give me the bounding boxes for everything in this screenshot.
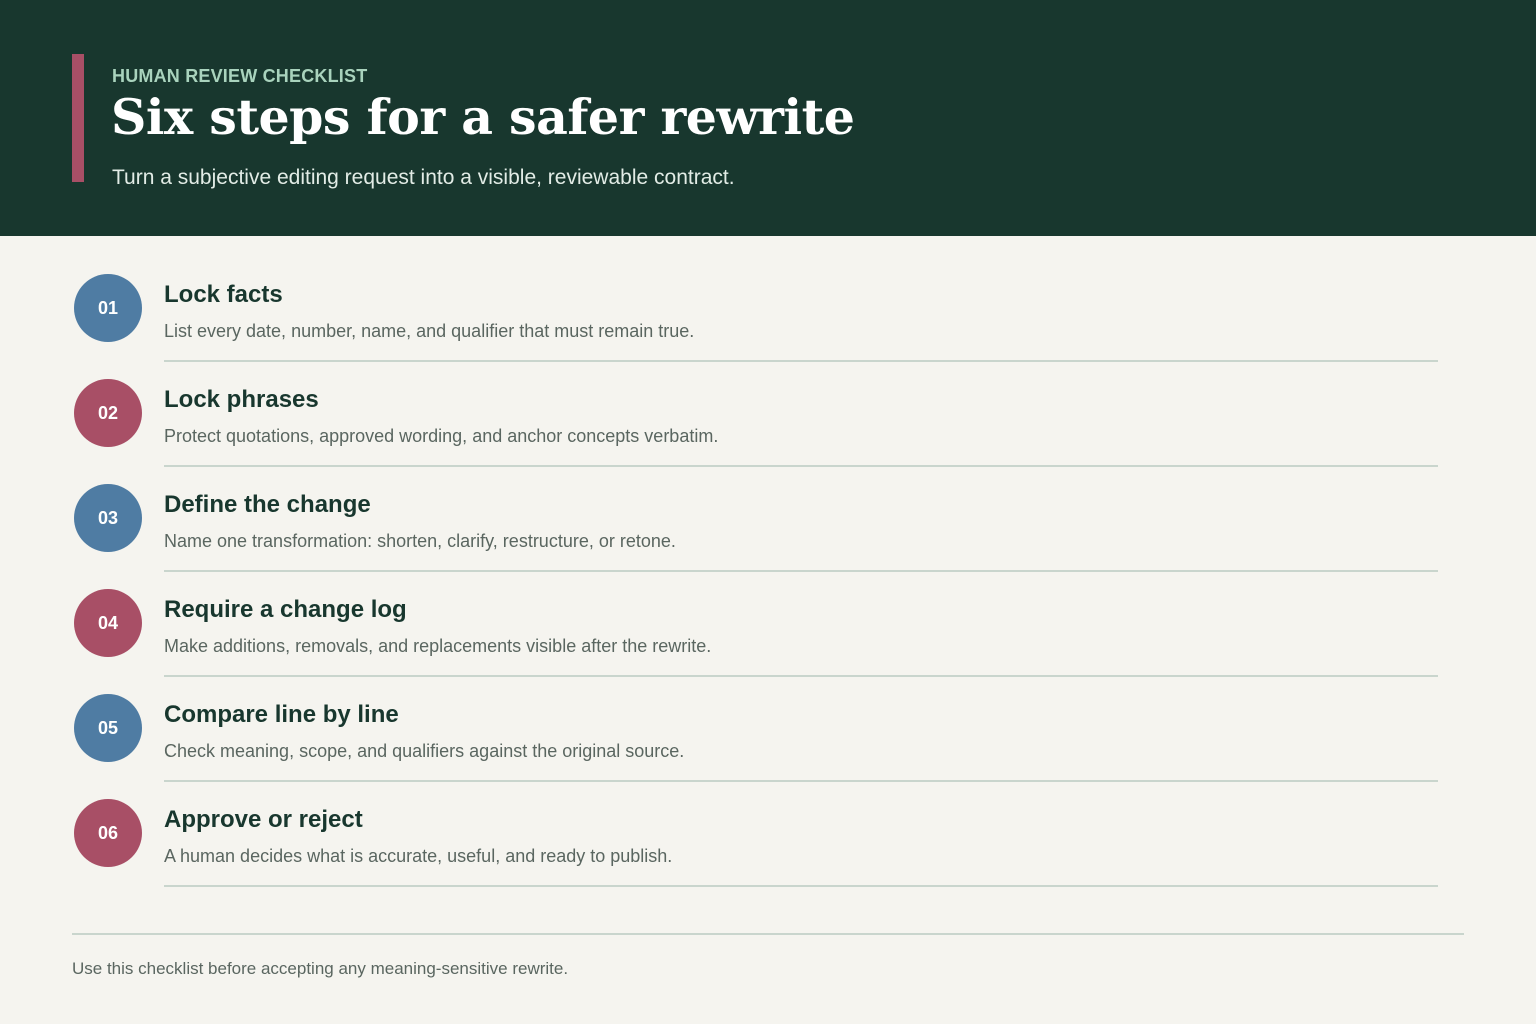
page-title: Six steps for a safer rewrite bbox=[111, 88, 855, 146]
step-number-badge: 02 bbox=[74, 379, 142, 447]
checklist-step: 02 Lock phrases Protect quotations, appr… bbox=[0, 379, 1536, 484]
step-divider bbox=[164, 780, 1438, 782]
step-title: Require a change log bbox=[164, 596, 407, 623]
step-description: Make additions, removals, and replacemen… bbox=[164, 636, 712, 656]
header-banner: HUMAN REVIEW CHECKLIST Six steps for a s… bbox=[0, 0, 1536, 236]
checklist-step: 04 Require a change log Make additions, … bbox=[0, 589, 1536, 694]
checklist-step: 06 Approve or reject A human decides wha… bbox=[0, 799, 1536, 904]
step-title: Approve or reject bbox=[164, 806, 363, 833]
step-description: Check meaning, scope, and qualifiers aga… bbox=[164, 741, 685, 761]
step-divider bbox=[164, 465, 1438, 467]
page-subtitle: Turn a subjective editing request into a… bbox=[112, 166, 735, 189]
step-title: Compare line by line bbox=[164, 701, 399, 728]
eyebrow-label: HUMAN REVIEW CHECKLIST bbox=[112, 66, 368, 86]
step-number-badge: 05 bbox=[74, 694, 142, 762]
step-divider bbox=[164, 885, 1438, 887]
header-accent-bar bbox=[72, 54, 84, 182]
step-divider bbox=[164, 675, 1438, 677]
footer-divider bbox=[72, 933, 1464, 935]
step-description: List every date, number, name, and quali… bbox=[164, 321, 695, 341]
step-title: Lock phrases bbox=[164, 386, 319, 413]
step-description: Protect quotations, approved wording, an… bbox=[164, 426, 719, 446]
step-number-badge: 01 bbox=[74, 274, 142, 342]
step-description: A human decides what is accurate, useful… bbox=[164, 846, 673, 866]
step-number-badge: 04 bbox=[74, 589, 142, 657]
step-divider bbox=[164, 570, 1438, 572]
step-title: Define the change bbox=[164, 491, 371, 518]
step-number-badge: 06 bbox=[74, 799, 142, 867]
step-number-badge: 03 bbox=[74, 484, 142, 552]
step-title: Lock facts bbox=[164, 281, 283, 308]
footer-note: Use this checklist before accepting any … bbox=[72, 959, 569, 978]
step-description: Name one transformation: shorten, clarif… bbox=[164, 531, 676, 551]
step-divider bbox=[164, 360, 1438, 362]
checklist-step: 05 Compare line by line Check meaning, s… bbox=[0, 694, 1536, 799]
checklist-step: 03 Define the change Name one transforma… bbox=[0, 484, 1536, 589]
checklist-step: 01 Lock facts List every date, number, n… bbox=[0, 274, 1536, 379]
